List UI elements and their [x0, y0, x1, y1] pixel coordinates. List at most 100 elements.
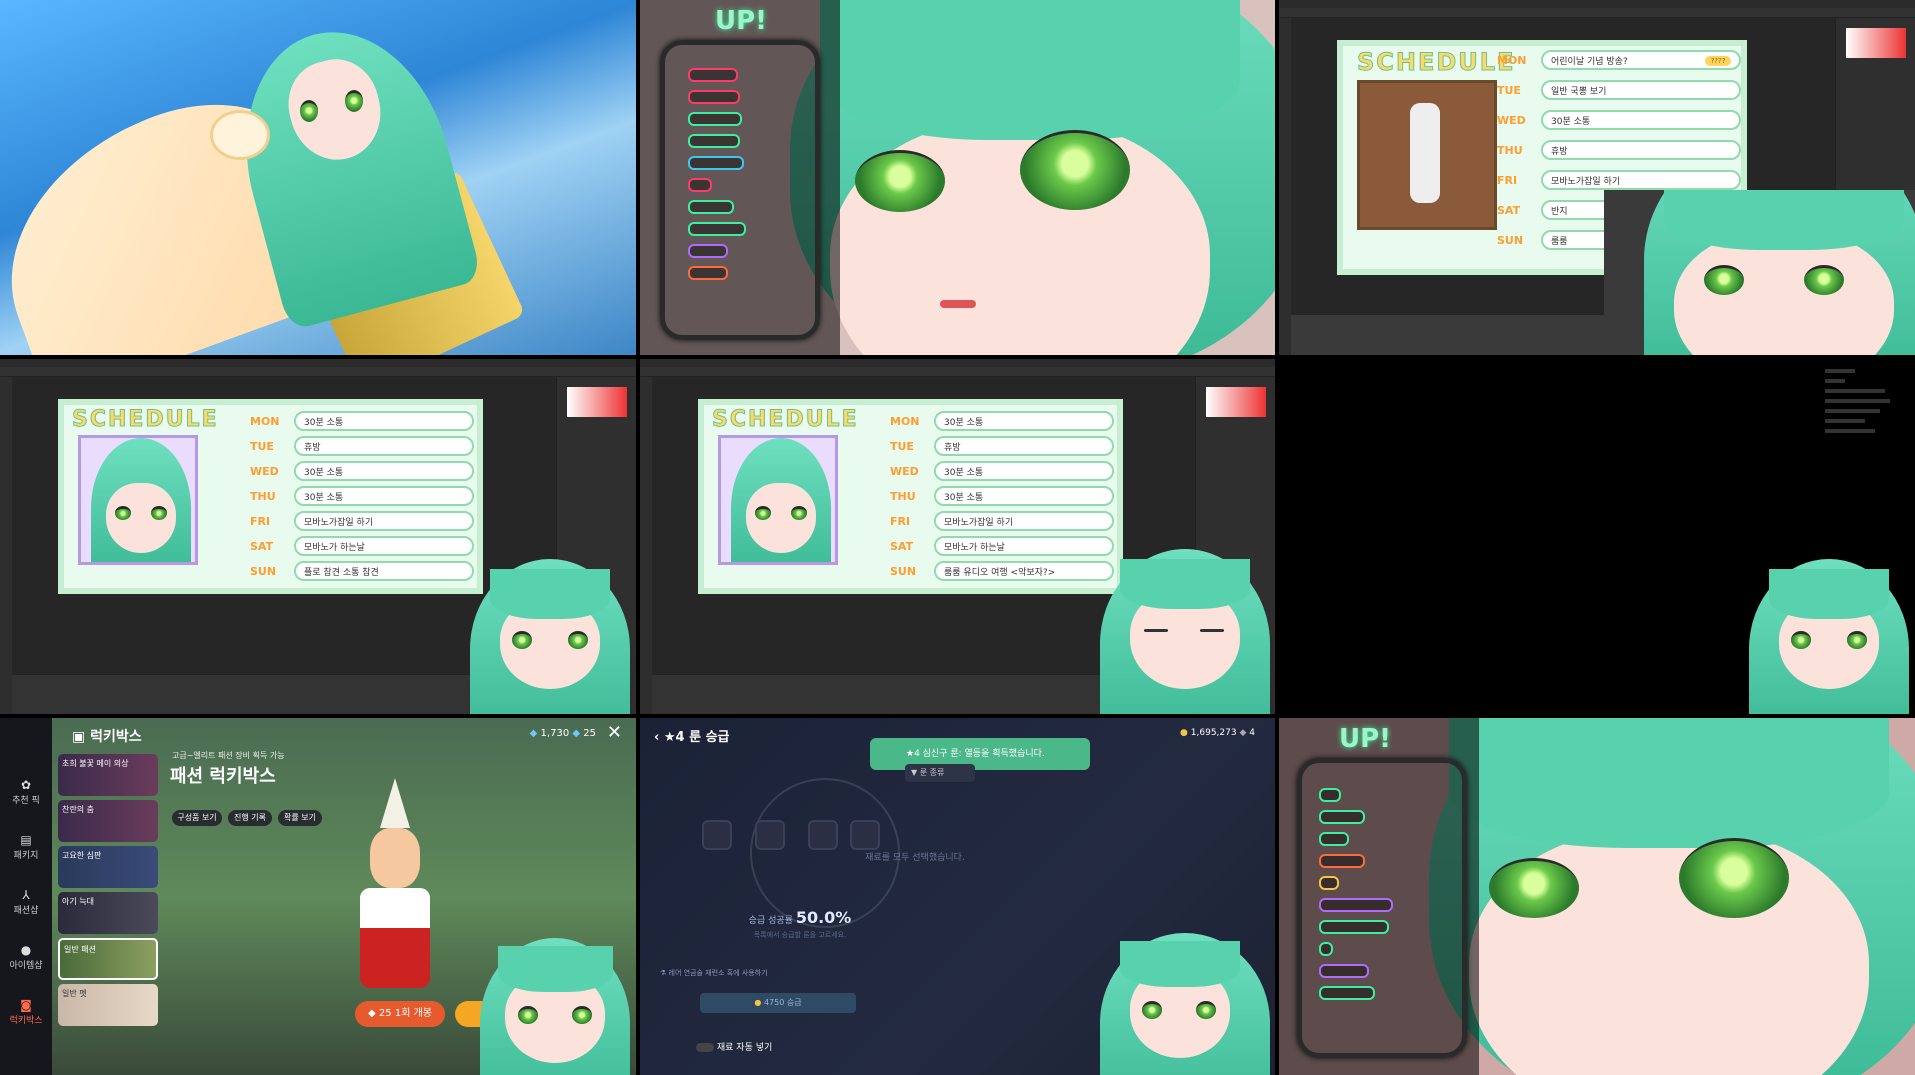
- close-icon[interactable]: ✕: [607, 722, 622, 743]
- ps-color-picker[interactable]: [1206, 387, 1266, 417]
- list-item[interactable]: 아기 늑대: [58, 892, 158, 934]
- ps-options-bar[interactable]: [0, 367, 636, 377]
- neon-item: [1319, 876, 1339, 890]
- sidebar-item-recommend[interactable]: ✿ 추천 픽: [0, 778, 52, 806]
- avatar-eye: [1704, 265, 1744, 295]
- back-icon[interactable]: ‹: [654, 730, 664, 745]
- auto-fill-toggle[interactable]: 재료 자동 넣기: [696, 1040, 772, 1053]
- ps-menubar[interactable]: [640, 359, 1275, 367]
- ps-options-bar[interactable]: [1279, 8, 1915, 18]
- list-item[interactable]: 초희 불꽃 메이 의상: [58, 754, 158, 796]
- day-name: SUN: [1497, 234, 1524, 247]
- sidebar-label: 아이템샵: [9, 961, 43, 971]
- upgrade-button[interactable]: ● 4750 승급: [700, 993, 856, 1013]
- day-name: THU: [1497, 144, 1523, 157]
- schedule-row: MON 30분 소통: [890, 411, 1114, 431]
- history-button[interactable]: 진행 기록: [228, 810, 272, 826]
- avatar-closed-eye: [1144, 629, 1168, 632]
- list-item[interactable]: 일반 패션: [58, 938, 158, 980]
- day-name: SAT: [890, 540, 914, 553]
- schedule-row: THU 30분 소통: [250, 486, 474, 506]
- day-text: 룸룸 유디오 여행 <악보자?>: [944, 568, 1056, 578]
- schedule-row: THU 휴방: [1497, 140, 1741, 160]
- day-text: 어린이날 기념 방송?: [1551, 57, 1628, 67]
- schedule-title: SCHEDULE: [1356, 48, 1516, 77]
- sidebar-item-fashion[interactable]: ⅄ 패션샵: [0, 888, 52, 916]
- view-contents-button[interactable]: 구성품 보기: [172, 810, 222, 826]
- vtuber-avatar: [1080, 529, 1275, 714]
- ps-menubar[interactable]: [0, 359, 636, 367]
- sidebar-item-items[interactable]: ● 아이템샵: [0, 943, 52, 971]
- list-item[interactable]: 고요한 심판: [58, 846, 158, 888]
- rune-upgrade-screen: ‹ ★4 룬 승급 ● 1,695,273 ◆ 4 ★4 심신구 룬: 열등을 …: [640, 718, 1275, 1075]
- avatar-eye: [1196, 1001, 1216, 1019]
- rune-slot[interactable]: [755, 820, 785, 850]
- avatar-closeup-inset: [1604, 190, 1915, 355]
- avatar-eye: [791, 506, 807, 520]
- day-name: MON: [1497, 54, 1527, 67]
- page-title: ‹ ★4 룬 승급: [654, 730, 730, 745]
- character-showcase: [340, 778, 460, 1018]
- day-text: 룸룸: [1551, 237, 1568, 247]
- list-item[interactable]: 찬란의 춤: [58, 800, 158, 842]
- sidebar-item-package[interactable]: ▤ 패키지: [0, 833, 52, 861]
- day-name: WED: [250, 465, 279, 478]
- neon-item: [688, 178, 712, 192]
- ps-menubar[interactable]: [1279, 0, 1915, 8]
- neon-item: [1319, 920, 1389, 934]
- day-text: 30분 소통: [304, 493, 344, 503]
- filter-icon: ▼: [911, 768, 920, 777]
- avatar-eye: [755, 506, 771, 520]
- avatar-bangs: [1769, 569, 1889, 619]
- schedule-board: SCHEDULE MON 30분 소통 TUE 휴방 WED 30분 소통 THU 30…: [58, 399, 483, 594]
- ps-color-picker[interactable]: [1846, 28, 1906, 58]
- neon-item: [688, 68, 738, 82]
- rune-slot[interactable]: [808, 820, 838, 850]
- coin-icon: ●: [1180, 728, 1188, 738]
- day-text: 플로 참견 소통 참견: [304, 568, 379, 578]
- day-name: TUE: [890, 440, 914, 453]
- avatar-bangs: [1664, 190, 1904, 250]
- day-text: 휴방: [304, 443, 321, 453]
- box-list: 초희 불꽃 메이 의상 찬란의 춤 고요한 심판 아기 늑대 일반 패션 일반 …: [58, 754, 158, 1030]
- photoshop-window-1: SCHEDULE MON 어린이날 기념 방송????? TUE 일반 국뽕 보기 …: [1279, 0, 1915, 355]
- gift-icon: ◙: [20, 998, 32, 1012]
- sidebar-item-luckybox[interactable]: ◙ 럭키박스: [0, 998, 52, 1026]
- empty-material-text: 재료를 모두 선택했습니다.: [865, 853, 965, 863]
- day-name: THU: [890, 490, 916, 503]
- open-once-button[interactable]: ◆ 25 1회 개봉: [355, 1001, 445, 1027]
- model-preview: [1410, 103, 1440, 203]
- toggle-switch[interactable]: [696, 1043, 714, 1052]
- avatar-closed-eye: [1200, 629, 1224, 632]
- day-text: 30분 소통: [944, 468, 984, 478]
- ps-toolbar[interactable]: [0, 377, 12, 714]
- bow: [210, 110, 270, 160]
- avatar-eye: [1679, 838, 1789, 918]
- neon-item: [1319, 788, 1341, 802]
- rune-slot[interactable]: [850, 820, 880, 850]
- neon-item: [1319, 942, 1333, 956]
- rune-icon: ◆: [1239, 728, 1247, 738]
- probability-button[interactable]: 확률 보기: [278, 810, 322, 826]
- room-preview: [1357, 80, 1497, 230]
- black-scene: [1279, 359, 1915, 714]
- avatar-bangs: [1120, 559, 1250, 609]
- day-name: FRI: [890, 515, 911, 528]
- filter-dropdown[interactable]: ▼ 룬 종류: [905, 764, 975, 782]
- refinery-use-row[interactable]: ⚗ 레어 연금술 재련소 혹에 사용하기: [660, 968, 860, 978]
- avatar-mouth: [940, 300, 976, 308]
- ps-options-bar[interactable]: [640, 367, 1275, 377]
- sidebar-label: 럭키박스: [9, 1016, 43, 1026]
- toast-notification: ★4 심신구 룬: 열등을 획득했습니다.: [870, 738, 1090, 770]
- list-item[interactable]: 일반 펫: [58, 984, 158, 1026]
- avatar-card: [718, 435, 838, 565]
- avatar-eye: [345, 90, 363, 112]
- ps-toolbar[interactable]: [1279, 18, 1291, 355]
- bag-icon: ●: [20, 943, 32, 957]
- schedule-row: SUN 플로 참견 소통 참견: [250, 561, 474, 581]
- rune-slot[interactable]: [702, 820, 732, 850]
- neon-item: [688, 90, 740, 104]
- ps-color-picker[interactable]: [567, 387, 627, 417]
- ps-toolbar[interactable]: [640, 377, 652, 714]
- schedule-title: SCHEDULE: [712, 407, 859, 433]
